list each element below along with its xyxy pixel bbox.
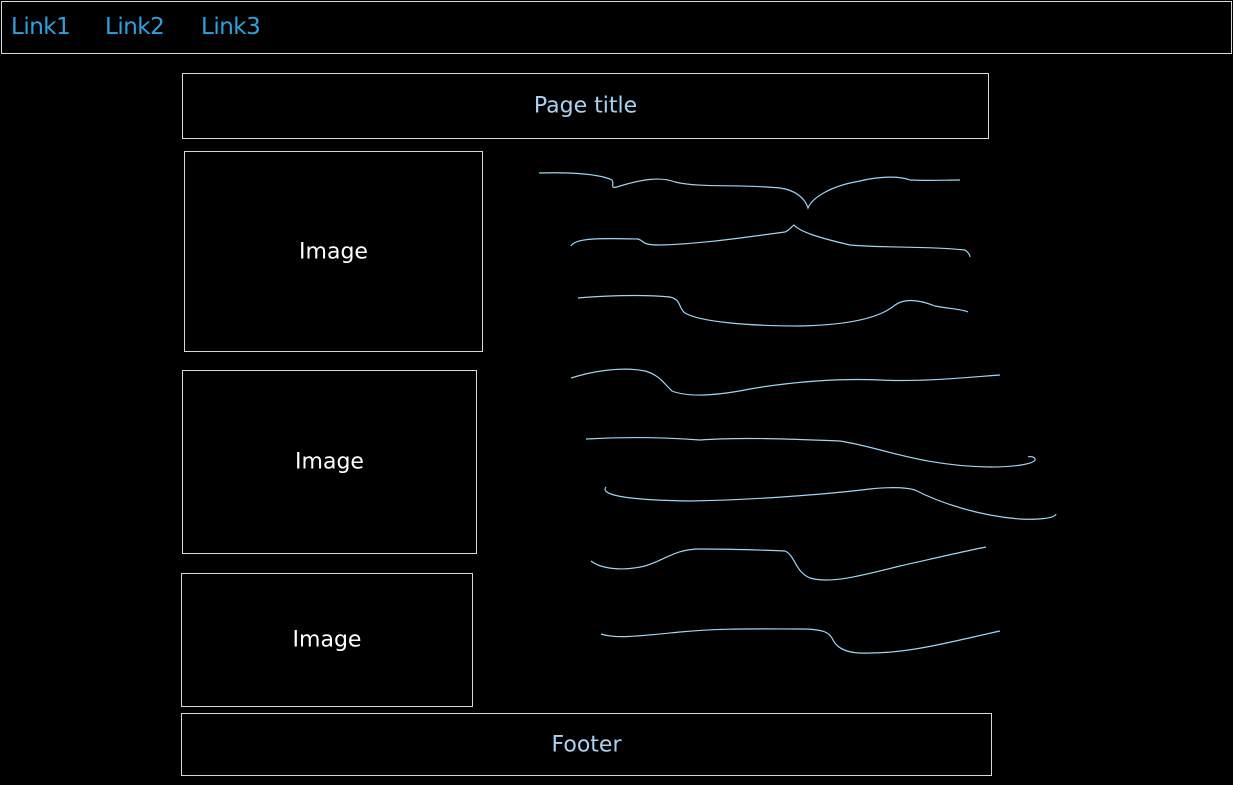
text-line-8 [600, 628, 1001, 654]
text-line-6 [604, 486, 1057, 520]
text-line-2 [570, 224, 971, 258]
text-placeholder-squiggles [538, 172, 1057, 654]
text-line-4 [570, 368, 1001, 396]
footer-label: Footer [551, 732, 622, 757]
text-line-5 [585, 437, 1036, 468]
footer: Footer [181, 713, 992, 776]
text-line-3 [577, 294, 969, 327]
text-line-7 [590, 546, 987, 581]
text-line-1 [538, 172, 961, 210]
